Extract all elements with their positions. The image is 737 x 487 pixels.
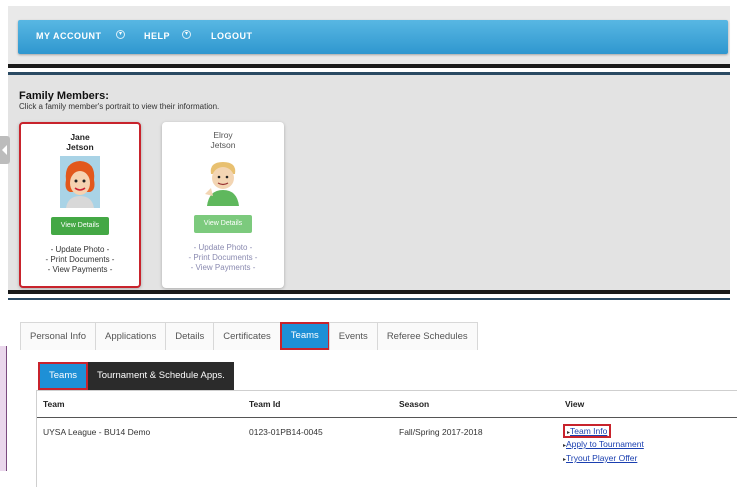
tab-personal-info[interactable]: Personal Info — [20, 322, 96, 350]
update-photo-link[interactable]: - Update Photo - — [162, 243, 284, 253]
member-portrait[interactable] — [60, 156, 100, 208]
chevron-down-icon[interactable]: ▾ — [182, 30, 191, 39]
cell-team: UYSA League - BU14 Demo — [43, 427, 151, 437]
column-header-team: Team — [43, 399, 65, 409]
tab-referee-schedules[interactable]: Referee Schedules — [376, 322, 478, 350]
member-portrait[interactable] — [203, 154, 243, 206]
chevron-down-icon[interactable]: ▾ — [116, 30, 125, 39]
chevron-left-icon[interactable] — [0, 136, 10, 164]
teams-table: Team Team Id Season View UYSA League - B… — [36, 390, 737, 487]
view-details-button[interactable]: View Details — [51, 217, 109, 235]
update-photo-link[interactable]: - Update Photo - — [21, 245, 139, 255]
tryout-player-offer-link[interactable]: Tryout Player Offer — [563, 453, 637, 463]
column-header-team-id: Team Id — [249, 399, 281, 409]
cell-season: Fall/Spring 2017-2018 — [399, 427, 483, 437]
tab-teams[interactable]: Teams — [279, 322, 330, 350]
member-card-elroy[interactable]: Elroy Jetson View Details - Update Photo… — [162, 122, 284, 288]
print-documents-link[interactable]: - Print Documents - — [21, 255, 139, 265]
member-details-panel: Personal Info Applications Details Certi… — [8, 298, 737, 487]
header-divider — [37, 417, 737, 418]
subtab-teams[interactable]: Teams — [38, 362, 88, 390]
family-members-panel: Family Members: Click a family member's … — [8, 72, 730, 294]
apply-to-tournament-link[interactable]: Apply to Tournament — [563, 439, 644, 449]
tab-certificates[interactable]: Certificates — [213, 322, 281, 350]
header: MY ACCOUNT ▾ HELP ▾ LOGOUT — [8, 6, 730, 68]
tab-applications[interactable]: Applications — [94, 322, 167, 350]
column-header-view: View — [565, 399, 585, 409]
nav-my-account[interactable]: MY ACCOUNT — [36, 31, 102, 41]
tab-details[interactable]: Details — [165, 322, 215, 350]
member-first-name: Jane — [70, 132, 90, 142]
app-window: MY ACCOUNT ▾ HELP ▾ LOGOUT Family Member… — [0, 0, 737, 487]
view-details-button[interactable]: View Details — [194, 215, 252, 233]
subtab-tournament-schedule-apps[interactable]: Tournament & Schedule Apps. — [87, 362, 234, 390]
view-payments-link[interactable]: - View Payments - — [162, 263, 284, 273]
print-documents-link[interactable]: - Print Documents - — [162, 253, 284, 263]
tab-bar: Personal Info Applications Details Certi… — [20, 322, 478, 350]
view-payments-link[interactable]: - View Payments - — [21, 265, 139, 275]
member-last-name: Jetson — [210, 140, 236, 150]
member-card-jane[interactable]: Jane Jetson View Details - Update Photo … — [19, 122, 141, 288]
top-nav-bar: MY ACCOUNT ▾ HELP ▾ LOGOUT — [18, 20, 728, 54]
tab-events[interactable]: Events — [328, 322, 378, 350]
subtab-bar: Teams Tournament & Schedule Apps. — [38, 362, 234, 390]
nav-help[interactable]: HELP — [144, 31, 170, 41]
family-subtitle: Click a family member's portrait to view… — [19, 102, 220, 111]
member-first-name: Elroy — [213, 130, 233, 140]
column-header-season: Season — [399, 399, 430, 409]
nav-logout[interactable]: LOGOUT — [211, 31, 253, 41]
cell-team-id: 0123-01PB14-0045 — [249, 427, 323, 437]
team-info-link[interactable]: Team Info — [563, 424, 612, 438]
member-last-name: Jetson — [66, 142, 94, 152]
family-title: Family Members: — [19, 90, 109, 102]
side-strip — [0, 346, 7, 471]
